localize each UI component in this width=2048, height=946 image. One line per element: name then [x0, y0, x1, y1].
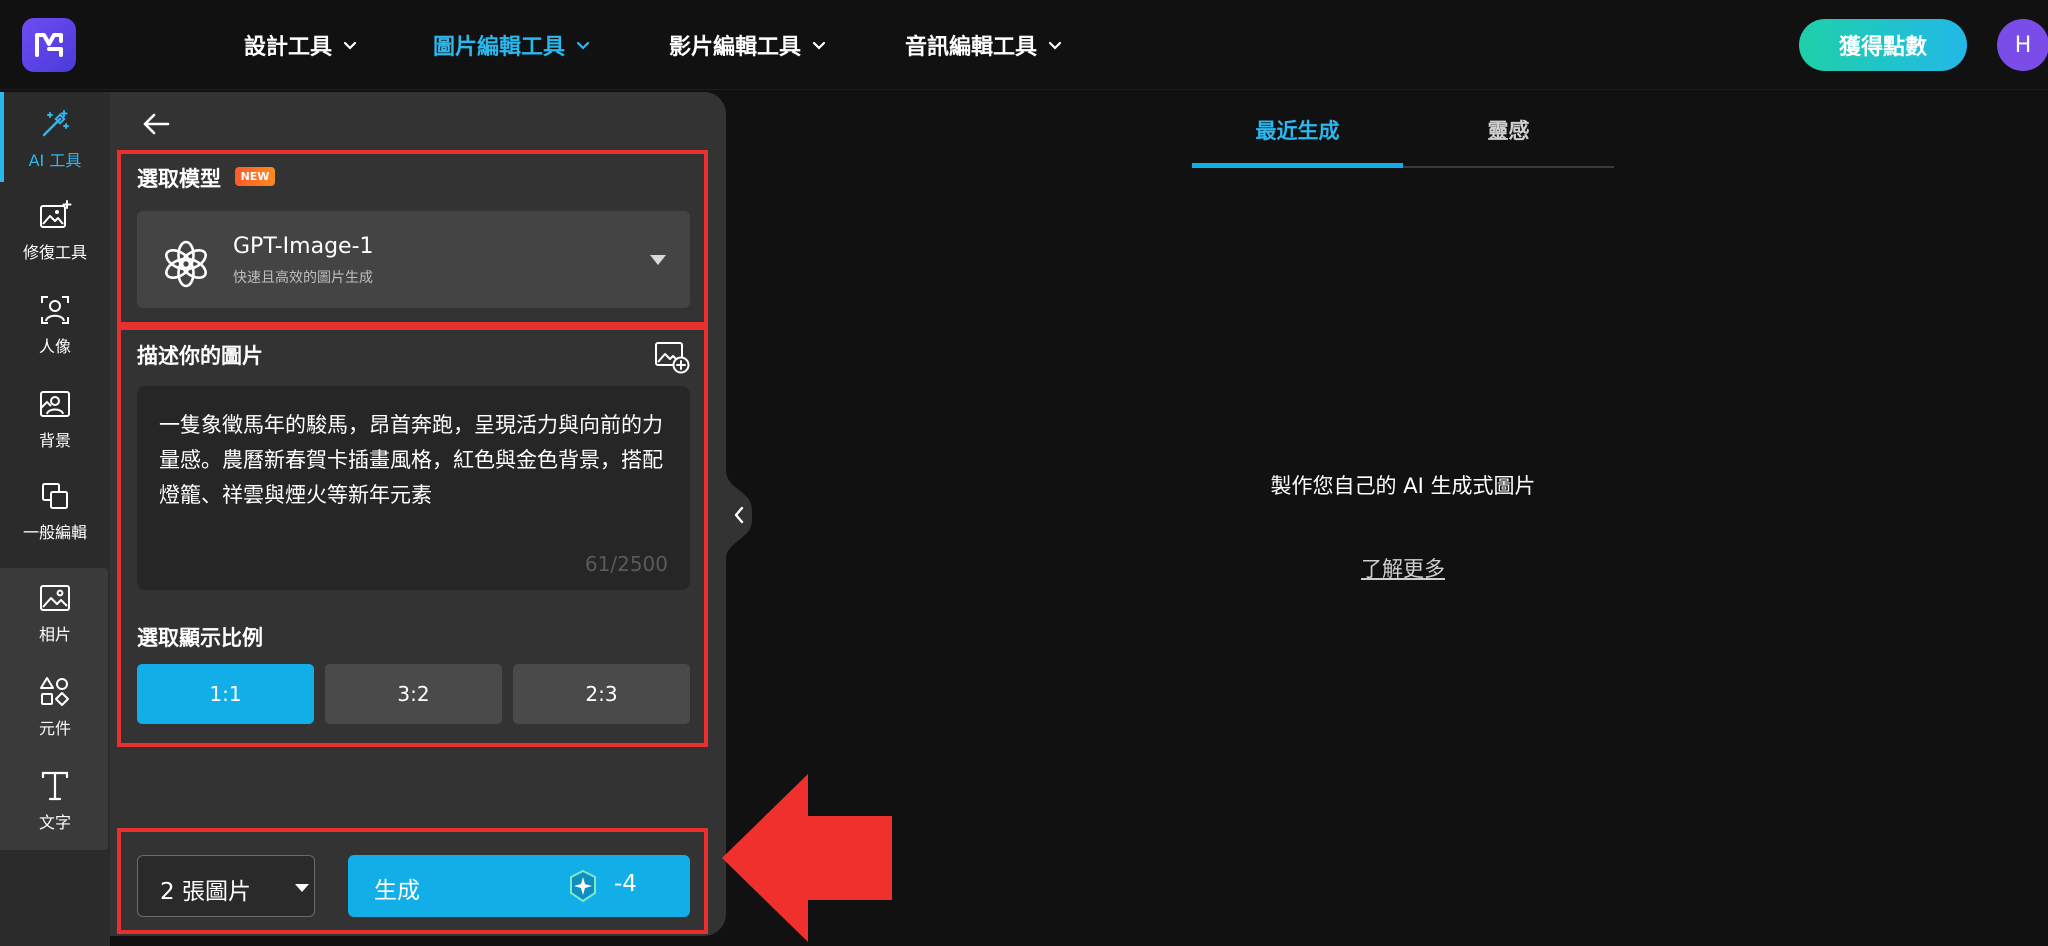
rail-item-photos[interactable]: 相片 [0, 568, 110, 658]
rail-item-general-edit[interactable]: 一般編輯 [0, 466, 110, 556]
rail-item-label: AI 工具 [28, 151, 82, 170]
prompt-textarea[interactable]: 一隻象徵馬年的駿馬，昂首奔跑，呈現活力與向前的力量感。農曆新春賀卡插畫風格，紅色… [137, 386, 690, 590]
prompt-section-title: 描述你的圖片 [137, 344, 263, 368]
caret-down-icon [295, 884, 309, 892]
new-badge: NEW [235, 167, 275, 186]
top-navigation-bar: 設計工具 圖片編輯工具 影片編輯工具 音訊編輯工具 獲得點數 H [0, 0, 2048, 90]
chevron-down-icon [1048, 41, 1062, 50]
learn-more-link[interactable]: 了解更多 [1192, 553, 1614, 583]
chevron-down-icon [812, 41, 826, 50]
add-reference-image-icon[interactable] [654, 340, 690, 374]
model-description: 快速且高效的圖片生成 [233, 270, 373, 286]
image-count-dropdown[interactable]: 2 張圖片 [137, 855, 315, 917]
chevron-down-icon [343, 41, 357, 50]
nav-design-tools-label: 設計工具 [244, 35, 333, 60]
logo-m-icon [35, 33, 63, 57]
photo-icon [40, 585, 70, 611]
credit-spark-icon [570, 869, 596, 903]
model-section-title: 選取模型 [137, 167, 221, 191]
prompt-text: 一隻象徵馬年的駿馬，昂首奔跑，呈現活力與向前的力量感。農曆新春賀卡插畫風格，紅色… [159, 413, 663, 507]
chevron-down-icon [576, 41, 590, 50]
generate-label: 生成 [374, 878, 420, 904]
rail-item-background[interactable]: 背景 [0, 374, 110, 464]
text-icon [41, 771, 69, 801]
ratio-section-title: 選取顯示比例 [137, 626, 263, 650]
generate-cost: -4 [614, 871, 637, 897]
caret-down-icon [650, 255, 666, 265]
model-name: GPT-Image-1 [233, 234, 374, 259]
rail-item-label: 相片 [38, 625, 71, 644]
rail-item-label: 人像 [38, 337, 71, 356]
nav-audio-tools[interactable]: 音訊編輯工具 [905, 28, 1063, 62]
rail-item-ai-tools[interactable]: AI 工具 [0, 94, 110, 184]
user-avatar[interactable]: H [1997, 19, 2048, 71]
rail-item-elements[interactable]: 元件 [0, 662, 110, 752]
layers-icon [42, 483, 68, 509]
nav-audio-tools-label: 音訊編輯工具 [905, 35, 1038, 60]
ratio-button-3-2[interactable]: 3:2 [325, 664, 502, 724]
prompt-character-count: 61/2500 [584, 552, 668, 576]
rail-item-label: 元件 [38, 719, 71, 738]
tab-inspiration[interactable]: 靈感 [1403, 110, 1614, 150]
app-logo[interactable] [22, 18, 76, 72]
collapse-panel-toggle[interactable] [726, 470, 752, 560]
nav-design-tools[interactable]: 設計工具 [244, 28, 358, 62]
shapes-icon [40, 677, 69, 706]
rail-item-label: 一般編輯 [22, 523, 87, 542]
rail-item-label: 背景 [38, 431, 71, 450]
nav-video-tools[interactable]: 影片編輯工具 [669, 28, 827, 62]
magic-wand-icon [42, 110, 69, 137]
rail-item-repair-tools[interactable]: 修復工具 [0, 186, 110, 276]
tab-active-indicator [1192, 163, 1403, 168]
get-points-button[interactable]: 獲得點數 [1799, 19, 1967, 71]
nav-image-tools[interactable]: 圖片編輯工具 [433, 28, 591, 62]
back-arrow-icon[interactable] [140, 108, 172, 140]
nav-image-tools-label: 圖片編輯工具 [433, 35, 566, 60]
generate-button[interactable]: 生成 -4 [348, 855, 690, 917]
background-icon [40, 391, 70, 417]
image-sparkle-icon [40, 200, 72, 228]
rail-item-portrait[interactable]: 人像 [0, 280, 110, 370]
rail-item-text[interactable]: 文字 [0, 756, 110, 846]
red-pointer-arrow-icon [722, 774, 892, 942]
ratio-button-2-3[interactable]: 2:3 [513, 664, 690, 724]
rail-item-label: 修復工具 [22, 243, 87, 262]
tab-recent[interactable]: 最近生成 [1192, 110, 1403, 150]
model-dropdown[interactable]: GPT-Image-1 快速且高效的圖片生成 [137, 211, 690, 308]
empty-state-message: 製作您自己的 AI 生成式圖片 [1270, 474, 1536, 498]
image-count-value: 2 張圖片 [160, 879, 251, 905]
ratio-button-1-1[interactable]: 1:1 [137, 664, 314, 724]
openai-logo-icon [165, 240, 207, 288]
rail-item-label: 文字 [38, 813, 71, 832]
portrait-icon [41, 296, 69, 324]
nav-video-tools-label: 影片編輯工具 [669, 35, 802, 60]
